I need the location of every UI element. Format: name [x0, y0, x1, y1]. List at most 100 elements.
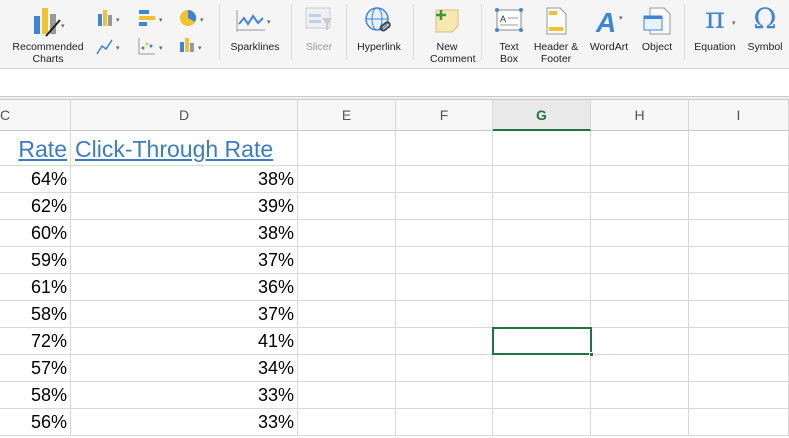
cell-h8[interactable]: [591, 328, 689, 355]
cell-c10[interactable]: 58%: [0, 382, 71, 409]
cell-d9[interactable]: 34%: [71, 355, 298, 382]
cell-g3[interactable]: [493, 193, 591, 220]
scatter-chart-icon[interactable]: ▾: [137, 36, 167, 58]
statistic-chart-icon[interactable]: ▾: [178, 36, 208, 58]
column-header-i[interactable]: I: [689, 100, 789, 131]
new-comment-button[interactable]: New Comment: [418, 0, 476, 69]
cell-f6[interactable]: [396, 274, 493, 301]
cell-h3[interactable]: [591, 193, 689, 220]
text-box-button[interactable]: A Text Box: [490, 0, 528, 69]
cell-e10[interactable]: [298, 382, 396, 409]
wordart-button[interactable]: A ▾ WordArt: [585, 0, 633, 69]
cell-i10[interactable]: [689, 382, 789, 409]
spreadsheet-grid[interactable]: Rate Click-Through Rate 64% 38% 62% 39% 60% 38%…: [0, 131, 789, 438]
cell-g10[interactable]: [493, 382, 591, 409]
cell-d6[interactable]: 36%: [71, 274, 298, 301]
cell-d8[interactable]: 41%: [71, 328, 298, 355]
cell-i3[interactable]: [689, 193, 789, 220]
cell-i9[interactable]: [689, 355, 789, 382]
cell-g11[interactable]: [493, 409, 591, 436]
cell-i7[interactable]: [689, 301, 789, 328]
cell-g4[interactable]: [493, 220, 591, 247]
cell-e8[interactable]: [298, 328, 396, 355]
column-header-h[interactable]: H: [591, 100, 689, 131]
cell-c11[interactable]: 56%: [0, 409, 71, 436]
cell-c8[interactable]: 72%: [0, 328, 71, 355]
cell-f2[interactable]: [396, 166, 493, 193]
cell-i4[interactable]: [689, 220, 789, 247]
cell-h6[interactable]: [591, 274, 689, 301]
header-cell-f[interactable]: [396, 131, 493, 166]
cell-c9[interactable]: 57%: [0, 355, 71, 382]
cell-i2[interactable]: [689, 166, 789, 193]
cell-c7[interactable]: 58%: [0, 301, 71, 328]
column-header-c[interactable]: C: [0, 100, 71, 131]
cell-f8[interactable]: [396, 328, 493, 355]
column-header-g[interactable]: G: [493, 100, 591, 131]
column-header-f[interactable]: F: [396, 100, 493, 131]
slicer-button[interactable]: Slicer: [296, 0, 342, 69]
cell-f11[interactable]: [396, 409, 493, 436]
cell-d5[interactable]: 37%: [71, 247, 298, 274]
cell-h9[interactable]: [591, 355, 689, 382]
cell-e2[interactable]: [298, 166, 396, 193]
cell-i6[interactable]: [689, 274, 789, 301]
sparklines-button[interactable]: ▾ Sparklines: [224, 0, 286, 69]
cell-h4[interactable]: [591, 220, 689, 247]
cell-d7[interactable]: 37%: [71, 301, 298, 328]
cell-d10[interactable]: 33%: [71, 382, 298, 409]
cell-h7[interactable]: [591, 301, 689, 328]
cell-h10[interactable]: [591, 382, 689, 409]
header-cell-i[interactable]: [689, 131, 789, 166]
cell-f7[interactable]: [396, 301, 493, 328]
cell-f4[interactable]: [396, 220, 493, 247]
cell-d3[interactable]: 39%: [71, 193, 298, 220]
fill-handle[interactable]: [589, 352, 594, 357]
cell-f9[interactable]: [396, 355, 493, 382]
header-cell-e[interactable]: [298, 131, 396, 166]
header-cell-d[interactable]: Click-Through Rate: [71, 131, 298, 166]
header-cell-h[interactable]: [591, 131, 689, 166]
cell-c5[interactable]: 59%: [0, 247, 71, 274]
cell-d4[interactable]: 38%: [71, 220, 298, 247]
cell-d2[interactable]: 38%: [71, 166, 298, 193]
cell-e6[interactable]: [298, 274, 396, 301]
cell-f5[interactable]: [396, 247, 493, 274]
bar-chart-icon[interactable]: ▾: [137, 8, 167, 30]
cell-i5[interactable]: [689, 247, 789, 274]
cell-e5[interactable]: [298, 247, 396, 274]
selected-cell-g8[interactable]: [492, 327, 592, 355]
header-footer-button[interactable]: Header & Footer: [530, 0, 582, 69]
cell-e3[interactable]: [298, 193, 396, 220]
hyperlink-button[interactable]: Hyperlink: [350, 0, 408, 69]
cell-e4[interactable]: [298, 220, 396, 247]
header-cell-g[interactable]: [493, 131, 591, 166]
cell-g5[interactable]: [493, 247, 591, 274]
cell-c3[interactable]: 62%: [0, 193, 71, 220]
column-chart-icon[interactable]: ▾: [96, 8, 126, 30]
symbol-button[interactable]: Ω Symbol: [742, 0, 788, 69]
column-header-e[interactable]: E: [298, 100, 396, 131]
cell-g6[interactable]: [493, 274, 591, 301]
cell-h11[interactable]: [591, 409, 689, 436]
cell-e9[interactable]: [298, 355, 396, 382]
cell-i11[interactable]: [689, 409, 789, 436]
equation-button[interactable]: π ▾ Equation: [688, 0, 742, 69]
object-button[interactable]: Object: [635, 0, 679, 69]
pie-chart-icon[interactable]: ▾: [178, 8, 208, 30]
cell-g9[interactable]: [493, 355, 591, 382]
header-cell-c[interactable]: Rate: [0, 131, 71, 166]
cell-c6[interactable]: 61%: [0, 274, 71, 301]
cell-e11[interactable]: [298, 409, 396, 436]
cell-g7[interactable]: [493, 301, 591, 328]
cell-h2[interactable]: [591, 166, 689, 193]
cell-c4[interactable]: 60%: [0, 220, 71, 247]
cell-g2[interactable]: [493, 166, 591, 193]
cell-i8[interactable]: [689, 328, 789, 355]
cell-d11[interactable]: 33%: [71, 409, 298, 436]
cell-f10[interactable]: [396, 382, 493, 409]
cell-f3[interactable]: [396, 193, 493, 220]
recommended-charts-button[interactable]: ▾ Recommended Charts: [4, 0, 92, 69]
cell-e7[interactable]: [298, 301, 396, 328]
line-chart-icon[interactable]: ▾: [96, 36, 126, 58]
